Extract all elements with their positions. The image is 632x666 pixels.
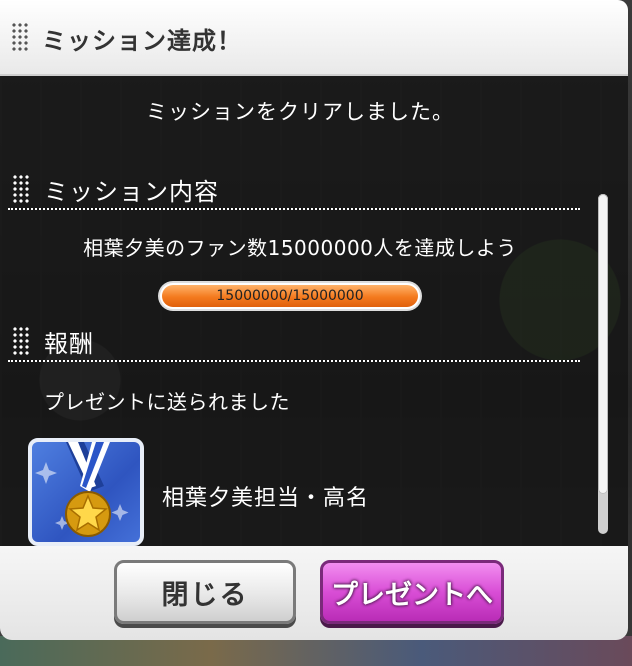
progress-bar: 15000000/15000000 [160,283,420,309]
reward-section-title: 報酬 [44,330,94,358]
reward-sent-message: プレゼントに送られました [44,390,290,414]
reward-item-name: 相葉夕美担当・高名 [162,486,370,511]
grip-dots-icon [11,22,29,52]
dialog-footer: 閉じる プレゼントへ [0,546,628,640]
scrollbar[interactable] [598,194,608,534]
mission-description: 相葉夕美のファン数15000000人を達成しよう [83,236,517,260]
cleared-message: ミッションをクリアしました。 [146,100,454,124]
close-button[interactable]: 閉じる [114,560,296,624]
go-to-presents-button[interactable]: プレゼントへ [320,560,504,624]
grip-dots-icon [12,326,30,356]
grip-dots-icon [12,174,30,204]
dialog-title-bar: ミッション達成！ [0,0,628,76]
scrollbar-thumb[interactable] [598,194,608,494]
mission-section-title: ミッション内容 [44,178,219,206]
dialog-content[interactable]: ミッションをクリアしました。 ミッション内容 相葉夕美のファン数15000000… [0,76,628,546]
background-bottom-strip [0,636,632,666]
medal-icon [28,438,144,546]
progress-text: 15000000/15000000 [216,288,364,304]
mission-complete-dialog: ミッション達成！ ミッションをクリアしました。 ミッション内容 相葉夕美のファン… [0,0,628,640]
dialog-title: ミッション達成！ [42,27,242,55]
mission-section-header: ミッション内容 [8,172,580,210]
reward-section-header: 報酬 [8,324,580,362]
